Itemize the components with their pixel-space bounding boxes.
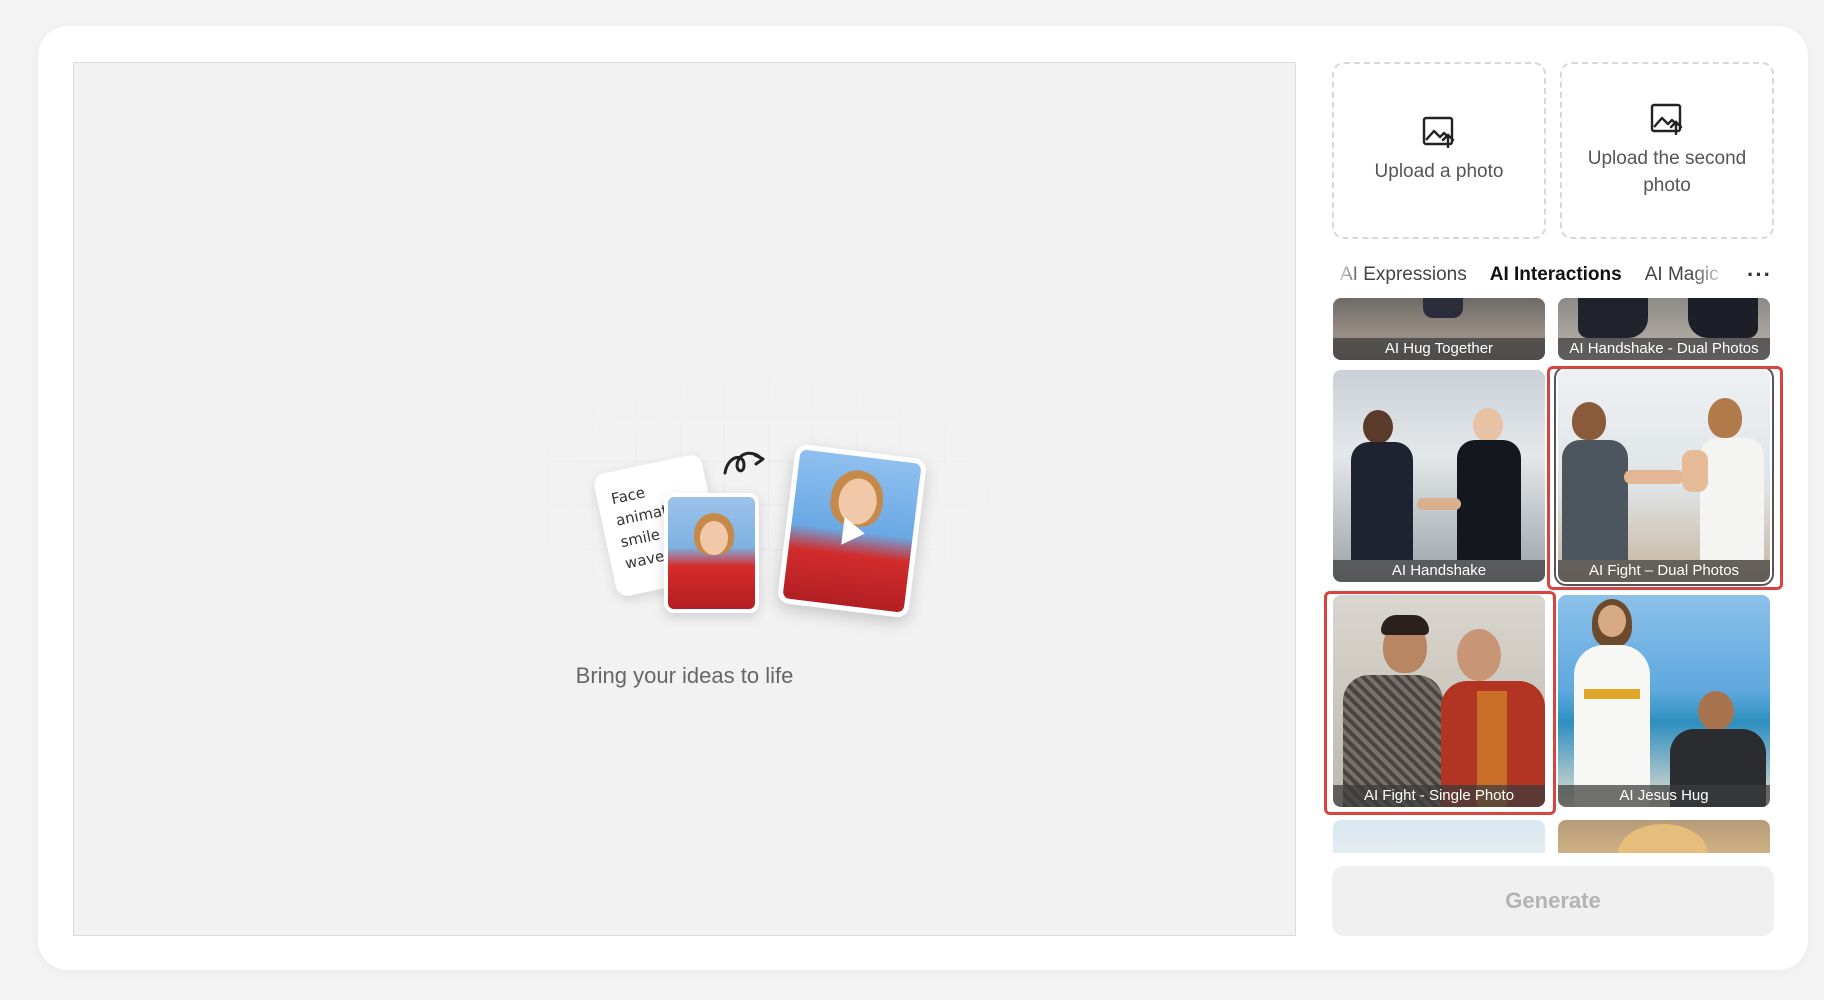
upload-first-photo-button[interactable]: Upload a photo — [1332, 62, 1546, 239]
preview-area: Face animat smile wave Bring your ideas … — [73, 62, 1296, 936]
effect-tile-ai-fight-single-photo[interactable]: AI Fight - Single Photo — [1333, 595, 1545, 807]
effect-label: AI Fight - Single Photo — [1333, 785, 1545, 807]
empty-state-illustration: Face animat smile wave — [504, 333, 1004, 673]
tab-ai-expressions[interactable]: AI Expressions — [1340, 264, 1467, 286]
upload-first-photo-label: Upload a photo — [1374, 161, 1504, 182]
more-tabs-button[interactable]: ··· — [1747, 262, 1772, 288]
effect-label: AI Hug Together — [1333, 338, 1545, 360]
effect-tile-ai-handshake-dual-photos[interactable]: AI Handshake - Dual Photos — [1558, 298, 1770, 360]
effect-label: AI Jesus Hug — [1558, 785, 1770, 807]
category-tabs: AI Expressions AI Interactions AI Magic — [1340, 260, 1760, 290]
effect-tile-more-2[interactable] — [1558, 820, 1770, 853]
effect-tile-ai-fight-dual-photos[interactable]: AI Fight – Dual Photos — [1558, 370, 1770, 582]
effect-label: AI Handshake — [1333, 560, 1545, 582]
image-upload-icon — [1650, 103, 1683, 135]
tab-ai-interactions[interactable]: AI Interactions — [1490, 264, 1622, 286]
effect-tile-ai-jesus-hug[interactable]: AI Jesus Hug — [1558, 595, 1770, 807]
transform-arrow-icon — [723, 451, 765, 475]
source-photo-thumbnail — [664, 493, 759, 613]
effect-tile-ai-hug-together[interactable]: AI Hug Together — [1333, 298, 1545, 360]
animated-video-thumbnail — [776, 443, 928, 619]
image-upload-icon — [1422, 116, 1455, 148]
upload-second-photo-button[interactable]: Upload the second photo — [1560, 62, 1774, 239]
upload-second-photo-label: Upload the second photo — [1587, 147, 1747, 196]
effects-gallery[interactable]: AI Hug Together AI Handshake - Dual Phot… — [1330, 298, 1780, 853]
generate-button[interactable]: Generate — [1332, 866, 1774, 936]
preview-caption: Bring your ideas to life — [575, 663, 794, 688]
tab-ai-magic[interactable]: AI Magic — [1645, 264, 1719, 286]
play-icon — [841, 517, 867, 548]
effect-tile-more-1[interactable] — [1333, 820, 1545, 853]
effect-label: AI Fight – Dual Photos — [1558, 560, 1770, 582]
effect-tile-ai-handshake[interactable]: AI Handshake — [1333, 370, 1545, 582]
effect-label: AI Handshake - Dual Photos — [1558, 338, 1770, 360]
